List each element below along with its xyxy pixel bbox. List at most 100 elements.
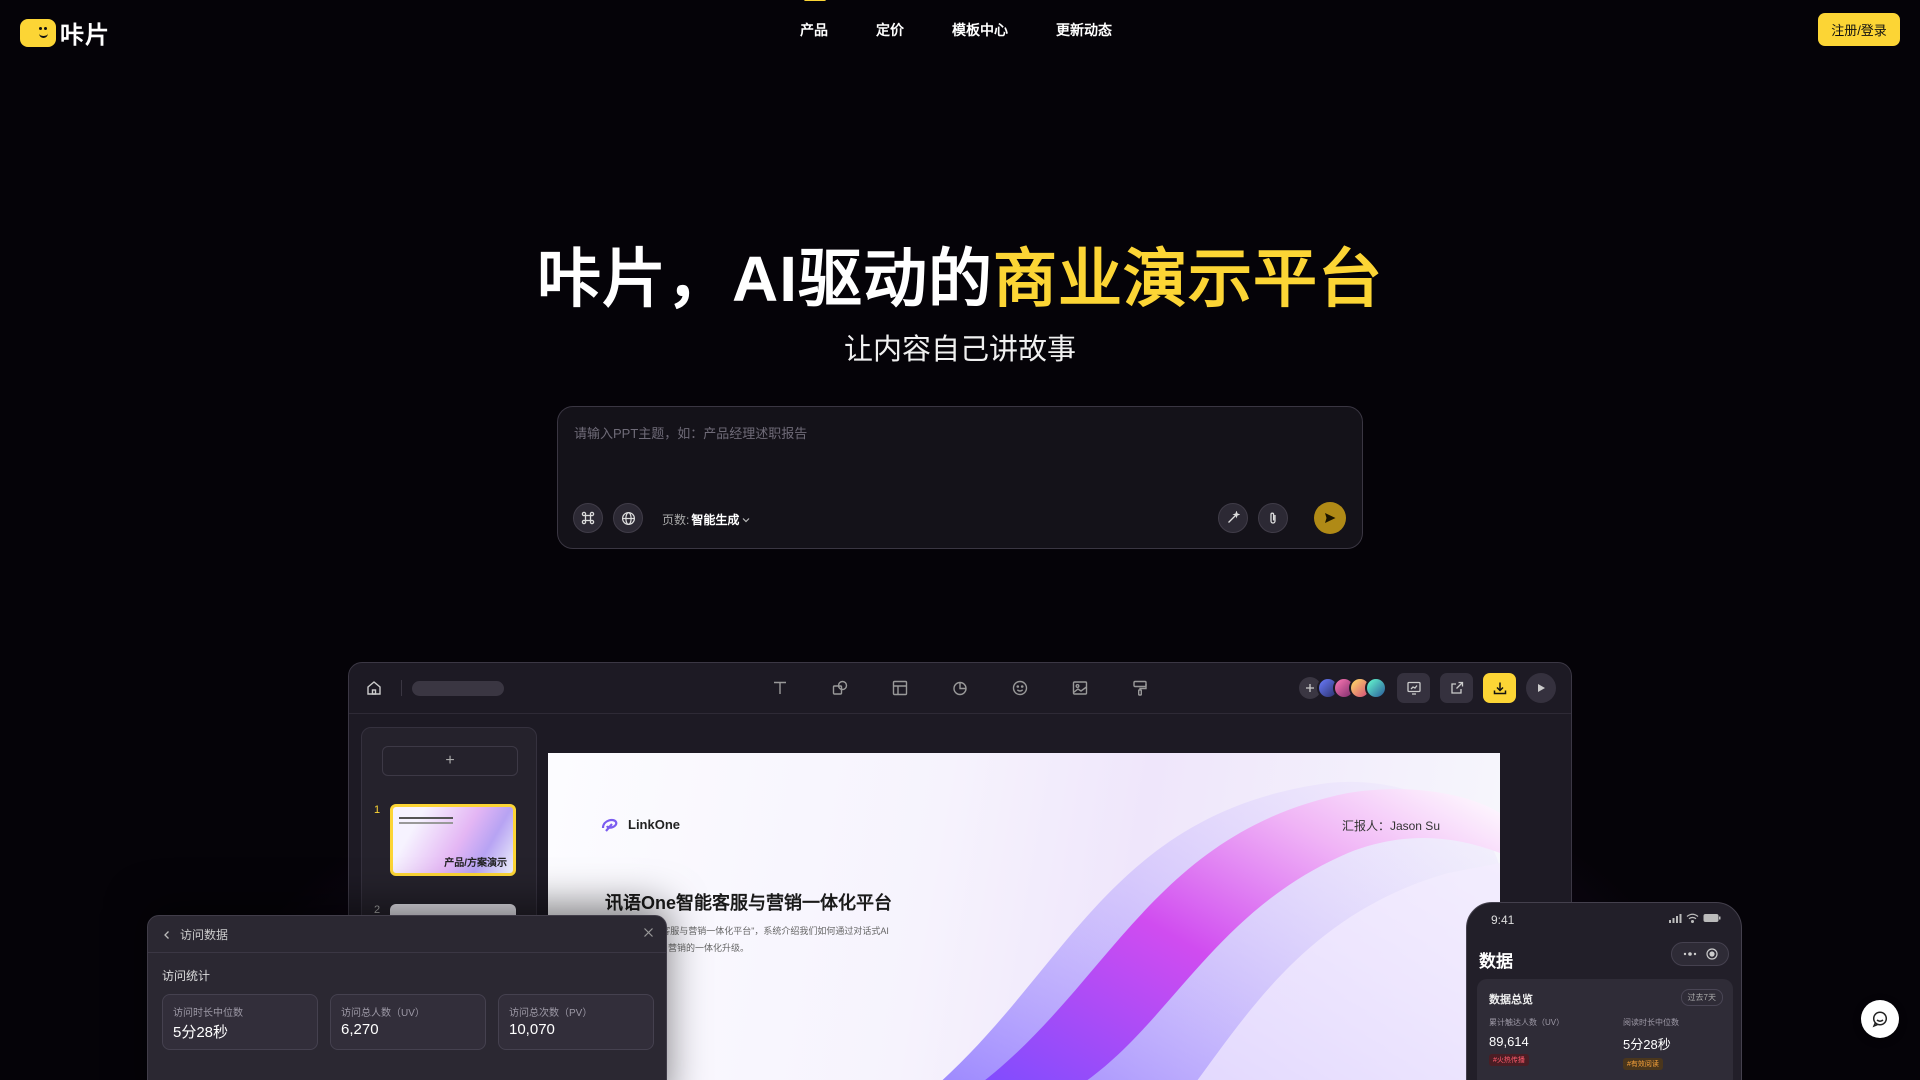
send-icon [1325, 513, 1336, 523]
paperclip-icon [1270, 512, 1276, 524]
emoji-icon [1012, 680, 1028, 696]
share-button[interactable] [1440, 673, 1473, 703]
login-button[interactable]: 注册/登录 [1818, 13, 1900, 46]
pages-label: 页数: [662, 513, 690, 527]
divider [148, 952, 666, 953]
home-icon [367, 681, 381, 695]
stat-label: 访问时长中位数 [173, 1008, 243, 1019]
nav-item-templates[interactable]: 模板中心 [952, 20, 1008, 40]
present-analytics-button[interactable] [1397, 673, 1430, 703]
screen-icon [1406, 681, 1421, 695]
thumbnail-text-lines [399, 817, 453, 819]
text-icon [774, 681, 786, 694]
nav-item-pricing[interactable]: 定价 [876, 20, 904, 40]
pie-chart-icon [953, 681, 967, 696]
play-button[interactable] [1526, 673, 1556, 703]
wifi-icon [1686, 913, 1699, 923]
toolbar-actions [1299, 673, 1556, 703]
stat-card: 访问总次数（PV） 10,070 [498, 994, 654, 1050]
close-icon [644, 928, 653, 937]
more-icon [1683, 952, 1696, 956]
image-tool[interactable] [1069, 677, 1091, 699]
toolbar-divider [401, 680, 402, 696]
download-icon [1493, 682, 1506, 695]
plus-icon [1306, 684, 1314, 692]
send-button[interactable] [1314, 502, 1346, 534]
chart-tool[interactable] [949, 677, 971, 699]
mobile-data-preview: 9:41 数据 数据总览 过去7天 累计触达人数（UV） 89,614 #火热传… [1466, 902, 1742, 1080]
metric-label: 累计触达人数（UV） [1489, 1018, 1565, 1027]
close-button[interactable] [643, 925, 654, 941]
visit-data-panel: 访问数据 访问统计 访问时长中位数 5分28秒 访问总人数（UV） 6,270 … [147, 915, 667, 1080]
logo-text: 咔片 [60, 22, 110, 49]
overview-title: 数据总览 [1489, 994, 1533, 1006]
phone-time: 9:41 [1491, 913, 1515, 927]
stat-value: 6,270 [341, 1021, 379, 1038]
thumbnail-label: 产品/方案演示 [444, 858, 507, 869]
stat-card: 访问时长中位数 5分28秒 [162, 994, 318, 1050]
play-icon [1538, 684, 1545, 692]
time-range-select[interactable]: 过去7天 [1680, 989, 1723, 1006]
paint-roller-icon [1133, 680, 1147, 696]
command-icon [581, 511, 595, 525]
shape-icon [832, 680, 848, 695]
slide-brand: LinkOne [600, 815, 680, 833]
home-button[interactable] [365, 679, 383, 702]
customer-support-button[interactable] [1861, 1000, 1899, 1038]
prompt-box: 页数: 智能生成 [557, 406, 1363, 549]
stat-value: 5分28秒 [173, 1024, 229, 1041]
download-button[interactable] [1483, 673, 1516, 703]
pages-value: 智能生成 [691, 513, 740, 527]
pages-selector[interactable]: 页数: 智能生成 [662, 511, 751, 528]
target-icon [1705, 948, 1718, 960]
hero-title-main: 咔片，AI驱动的 [537, 243, 993, 315]
chat-icon [1872, 1011, 1888, 1028]
phone-status-icons [1668, 913, 1721, 923]
visit-panel-header[interactable]: 访问数据 [162, 926, 228, 943]
document-title-placeholder [412, 681, 504, 696]
add-slide-button[interactable]: + [382, 746, 518, 776]
avatar[interactable] [1365, 677, 1387, 699]
hero-subtitle: 让内容自己讲故事 [843, 334, 1076, 366]
text-tool[interactable] [769, 677, 791, 699]
data-overview-card: 数据总览 过去7天 累计触达人数（UV） 89,614 #火热传播 阅读时长中位… [1477, 979, 1733, 1080]
insert-tools [769, 677, 1151, 699]
slide-reporter: 汇报人：Jason Su [1341, 819, 1440, 833]
slide-thumbnail[interactable]: 产品/方案演示 [390, 804, 516, 876]
top-header: 咔片 产品 定价 模板中心 更新动态 注册/登录 [0, 0, 1920, 60]
visit-section-title: 访问统计 [162, 969, 211, 983]
wand-icon [1228, 511, 1240, 523]
logo-icon [20, 18, 56, 47]
stat-card: 访问总人数（UV） 6,270 [330, 994, 486, 1050]
format-painter-tool[interactable] [1129, 677, 1151, 699]
nav-item-product[interactable]: 产品 [800, 0, 828, 40]
ppt-topic-input[interactable] [574, 423, 1344, 473]
layout-tool[interactable] [889, 677, 911, 699]
emoji-tool[interactable] [1009, 677, 1031, 699]
phone-menu-capsule[interactable] [1671, 942, 1729, 966]
main-nav: 产品 定价 模板中心 更新动态 [800, 0, 1112, 40]
phone-page-title: 数据 [1479, 952, 1513, 971]
command-button[interactable] [573, 503, 603, 533]
image-icon [1072, 681, 1088, 695]
editor-toolbar [349, 663, 1571, 714]
signal-icon [1669, 914, 1682, 923]
slide-title: 讯语One智能客服与营销一体化平台 [605, 893, 893, 913]
attach-button[interactable] [1258, 503, 1288, 533]
metric-tag: #有效阅读 [1623, 1058, 1663, 1070]
shape-tool[interactable] [829, 677, 851, 699]
metric-read-time: 阅读时长中位数 5分28秒 #有效阅读 [1623, 1017, 1679, 1071]
chevron-left-icon [164, 930, 169, 939]
metric-label: 阅读时长中位数 [1623, 1018, 1679, 1027]
globe-icon [621, 511, 635, 525]
stat-label: 访问总次数（PV） [509, 1008, 593, 1019]
external-link-icon [1450, 681, 1463, 694]
hero-title-highlight: 商业演示平台 [993, 243, 1383, 315]
slide-canvas[interactable]: LinkOne 汇报人：Jason Su 讯语One智能客服与营销一体化平台 "… [548, 753, 1500, 1080]
nav-item-updates[interactable]: 更新动态 [1056, 20, 1112, 40]
logo[interactable]: 咔片 [20, 15, 110, 50]
battery-icon [1703, 914, 1721, 922]
web-search-button[interactable] [613, 503, 643, 533]
magic-wand-button[interactable] [1218, 503, 1248, 533]
visit-panel-title: 访问数据 [180, 928, 229, 942]
